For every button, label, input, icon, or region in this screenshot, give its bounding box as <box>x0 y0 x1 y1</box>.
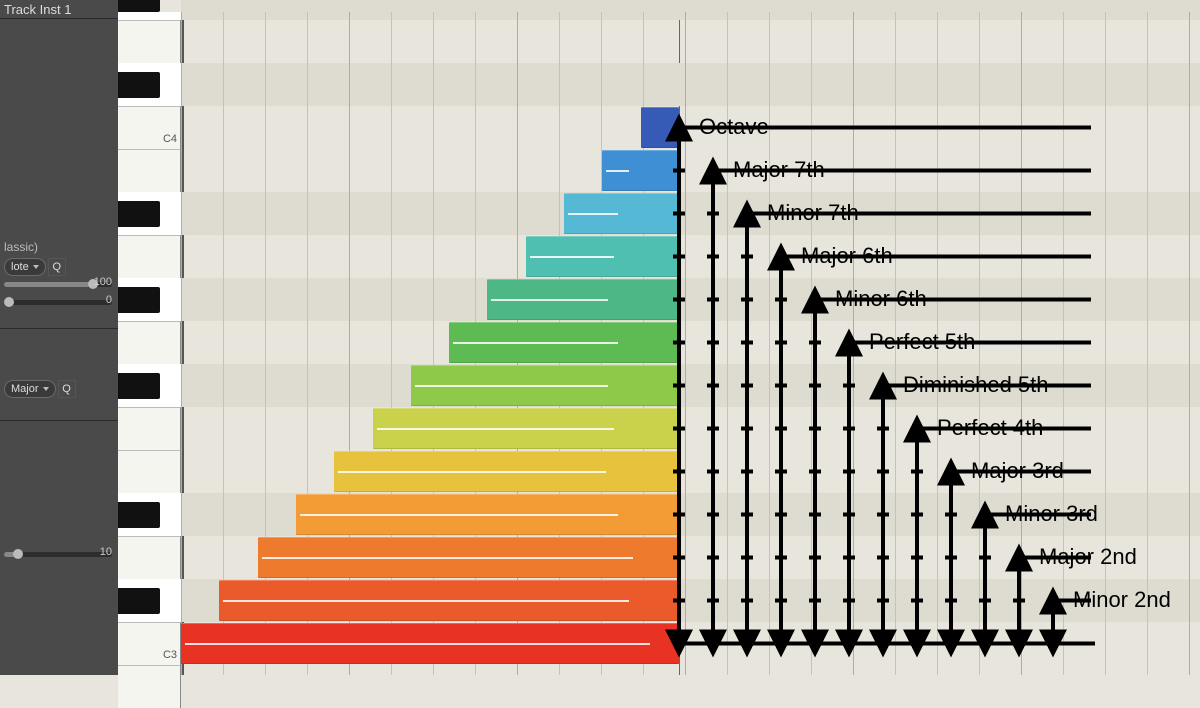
midi-note[interactable] <box>334 451 679 492</box>
midi-note[interactable] <box>526 236 679 277</box>
grid-row <box>181 106 1200 149</box>
midi-note[interactable] <box>564 193 679 234</box>
grid-row <box>181 63 1200 106</box>
interval-label: Major 3rd <box>971 458 1064 484</box>
scale-mode-value: Major <box>11 383 39 395</box>
divider <box>0 420 118 421</box>
grid-line <box>1063 12 1064 675</box>
interval-label: Major 6th <box>801 243 893 269</box>
black-key[interactable] <box>118 502 160 528</box>
key-label-c4: C4 <box>163 133 177 673</box>
grid-line <box>1189 12 1190 675</box>
interval-label: Minor 3rd <box>1005 501 1098 527</box>
track-name-label: Track Inst 1 <box>4 2 71 17</box>
grid-line <box>811 12 812 675</box>
black-key[interactable] <box>118 72 160 98</box>
interval-label: Perfect 4th <box>937 415 1043 441</box>
grid-line <box>1105 12 1106 675</box>
black-key[interactable] <box>118 287 160 313</box>
interval-label: Minor 7th <box>767 200 859 226</box>
interval-label: Major 2nd <box>1039 544 1137 570</box>
grid-line <box>181 12 182 675</box>
black-key[interactable] <box>118 0 160 12</box>
divider <box>0 328 118 329</box>
grid-line <box>979 12 980 675</box>
velocity-value: 100 <box>94 276 112 288</box>
grid-row <box>181 20 1200 63</box>
grid-line <box>769 12 770 675</box>
midi-note[interactable] <box>449 322 679 363</box>
midi-note[interactable] <box>641 107 679 148</box>
gate-slider[interactable] <box>4 552 112 557</box>
grid-row <box>181 407 1200 450</box>
midi-note[interactable] <box>487 279 679 320</box>
black-key[interactable] <box>118 373 160 399</box>
gate-value: 10 <box>100 546 112 558</box>
grid-line <box>223 12 224 675</box>
quantize-button[interactable]: Q <box>48 258 66 276</box>
scale-quantize-button[interactable]: Q <box>58 380 76 398</box>
interval-label: Major 7th <box>733 157 825 183</box>
grid-row <box>181 278 1200 321</box>
section-title-classic: lassic) <box>4 240 38 254</box>
quantize-mode-dropdown[interactable]: lote <box>4 258 46 276</box>
white-key[interactable] <box>118 20 181 63</box>
black-key[interactable] <box>118 201 160 227</box>
piano-roll-grid[interactable] <box>181 12 1200 675</box>
midi-note[interactable] <box>411 365 679 406</box>
midi-note[interactable] <box>373 408 679 449</box>
grid-line <box>1021 12 1022 675</box>
scale-mode-dropdown[interactable]: Major <box>4 380 56 398</box>
grid-row <box>181 149 1200 192</box>
interval-label: Minor 6th <box>835 286 927 312</box>
grid-line <box>685 12 686 675</box>
midi-note[interactable] <box>219 580 679 621</box>
interval-label: Perfect 5th <box>869 329 975 355</box>
grid-row <box>181 192 1200 235</box>
grid-row <box>181 665 1200 708</box>
grid-row <box>181 235 1200 278</box>
grid-line <box>853 12 854 675</box>
piano-keyboard[interactable]: C3C4 <box>118 12 181 675</box>
second-slider[interactable] <box>4 300 112 305</box>
black-key[interactable] <box>118 588 160 614</box>
grid-row <box>181 0 1200 20</box>
grid-line <box>1147 12 1148 675</box>
midi-note[interactable] <box>258 537 679 578</box>
divider <box>0 18 118 19</box>
midi-note[interactable] <box>602 150 679 191</box>
interval-label: Diminished 5th <box>903 372 1049 398</box>
grid-row <box>181 321 1200 364</box>
quantize-mode-value: lote <box>11 261 29 273</box>
midi-note[interactable] <box>181 623 679 664</box>
grid-line <box>727 12 728 675</box>
interval-label: Octave <box>699 114 769 140</box>
interval-label: Minor 2nd <box>1073 587 1171 613</box>
inspector-sidebar: Track Inst 1 lassic) lote Q 100 0 Major … <box>0 0 118 675</box>
midi-note[interactable] <box>296 494 679 535</box>
second-value: 0 <box>106 294 112 306</box>
